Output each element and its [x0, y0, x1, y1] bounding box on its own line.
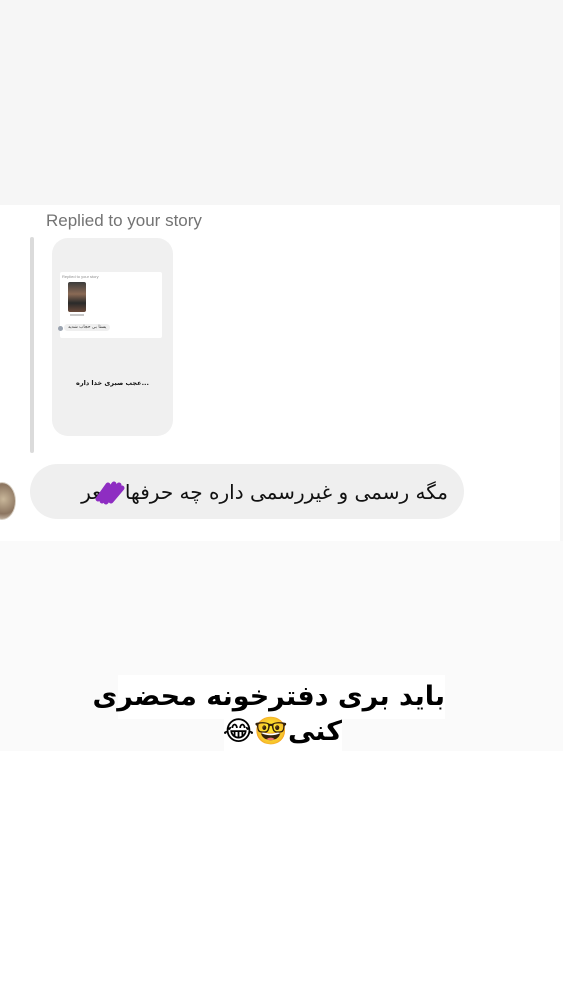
overlay-caption-line-2: کنی🤓😂 [223, 713, 342, 751]
mini-avatar [58, 326, 63, 331]
story-caption: عجب صبری خدا داره... [76, 379, 149, 387]
replied-to-story-label: Replied to your story [46, 211, 202, 230]
reply-indicator-bar [30, 237, 34, 453]
story-preview-thumbnail[interactable]: Replied to your story یستا بی حجاب شدید … [52, 238, 173, 436]
mini-chat-card: Replied to your story یستا بی حجاب شدید [58, 272, 162, 338]
mini-story-image [68, 282, 86, 312]
avatar[interactable] [0, 482, 16, 520]
mini-replied-label: Replied to your story [62, 274, 99, 279]
mini-story-bar [70, 314, 84, 316]
bottom-blank-area [0, 751, 563, 1000]
chat-screenshot: Replied to your story Replied to your st… [0, 205, 560, 541]
mini-message-bubble: یستا بی حجاب شدید [64, 324, 111, 331]
redaction-scribble [95, 481, 125, 505]
top-blank-area [0, 0, 563, 205]
message-text: مگه رسمی و غیررسمی داره چه حرفها شعر [81, 479, 448, 504]
